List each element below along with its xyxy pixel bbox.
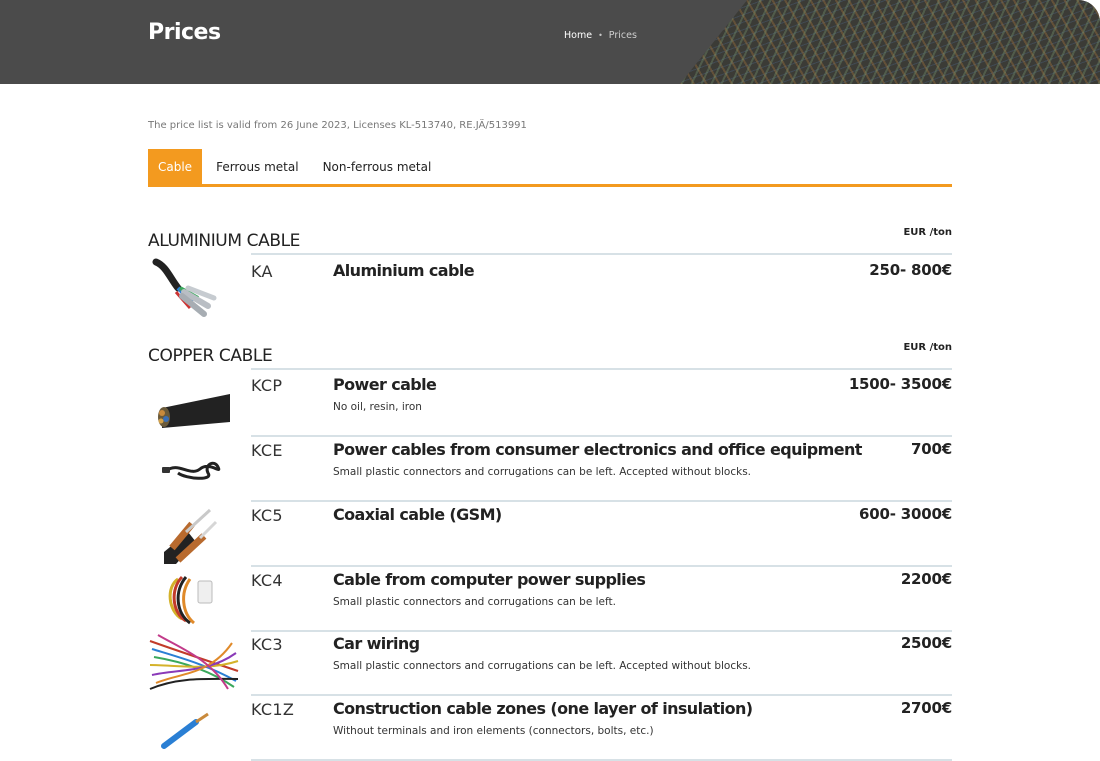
breadcrumb: Home • Prices — [564, 30, 637, 41]
item-name: Power cables from consumer electronics a… — [333, 440, 862, 459]
section-title: COPPER CABLE — [148, 346, 273, 366]
item-price: 2200€ — [900, 570, 952, 588]
tab-cable[interactable]: Cable — [148, 149, 203, 184]
item-code: KC3 — [251, 635, 283, 654]
car-wiring-image — [149, 634, 239, 690]
divider — [251, 368, 952, 370]
page-header: Prices Home • Prices — [0, 0, 1100, 84]
item-name: Car wiring — [333, 634, 420, 653]
price-row: KCP Power cable No oil, resin, iron 1500… — [148, 372, 952, 437]
item-name: Aluminium cable — [333, 261, 475, 280]
header-background-image — [680, 0, 1100, 84]
item-name: Power cable — [333, 375, 437, 394]
item-note: Small plastic connectors and corrugation… — [333, 466, 752, 478]
price-row: KC4 Cable from computer power supplies S… — [148, 567, 952, 632]
item-code: KCE — [251, 441, 283, 460]
item-code: KC1Z — [251, 700, 295, 719]
tab-non-ferrous-metal[interactable]: Non-ferrous metal — [313, 149, 442, 184]
item-note: Without terminals and iron elements (con… — [333, 725, 654, 737]
item-price: 2700€ — [900, 699, 952, 717]
item-code: KA — [251, 262, 273, 281]
tab-ferrous-metal[interactable]: Ferrous metal — [206, 149, 309, 184]
item-note: No oil, resin, iron — [333, 401, 422, 413]
item-price: 2500€ — [900, 634, 952, 652]
item-name: Coaxial cable (GSM) — [333, 505, 502, 524]
psu-cable-image — [168, 575, 213, 625]
price-row: KA Aluminium cable 250- 800€ — [148, 258, 952, 323]
item-name: Cable from computer power supplies — [333, 570, 646, 589]
item-code: KC4 — [251, 571, 283, 590]
price-unit: EUR /ton — [903, 342, 952, 353]
price-row: KCE Power cables from consumer electroni… — [148, 437, 952, 502]
item-code: KCP — [251, 376, 283, 395]
section-title: ALUMINIUM CABLE — [148, 231, 300, 251]
price-row: KC5 Coaxial cable (GSM) 600- 3000€ — [148, 502, 952, 567]
page-title: Prices — [148, 20, 221, 45]
price-row: KC1Z Construction cable zones (one layer… — [148, 696, 952, 761]
item-code: KC5 — [251, 506, 283, 525]
item-note: Small plastic connectors and corrugation… — [333, 596, 616, 608]
breadcrumb-current: Prices — [608, 30, 637, 41]
construction-cable-image — [161, 712, 209, 749]
electronics-cable-image — [162, 461, 221, 480]
validity-note: The price list is valid from 26 June 202… — [148, 120, 527, 131]
item-note: Small plastic connectors and corrugation… — [333, 660, 752, 672]
price-unit: EUR /ton — [903, 227, 952, 238]
item-price: 250- 800€ — [869, 261, 952, 279]
power-cable-image — [158, 394, 230, 428]
price-tabs: Cable Ferrous metal Non-ferrous metal — [148, 149, 952, 187]
item-price: 1500- 3500€ — [848, 375, 952, 393]
price-row: KC3 Car wiring Small plastic connectors … — [148, 631, 952, 696]
item-price: 600- 3000€ — [859, 505, 952, 523]
item-name: Construction cable zones (one layer of i… — [333, 699, 753, 718]
divider — [251, 253, 952, 255]
breadcrumb-separator: • — [598, 31, 603, 40]
coaxial-cable-image — [164, 508, 218, 564]
breadcrumb-home-link[interactable]: Home — [564, 30, 592, 41]
item-price: 700€ — [911, 440, 952, 458]
aluminium-cable-image — [152, 258, 217, 317]
